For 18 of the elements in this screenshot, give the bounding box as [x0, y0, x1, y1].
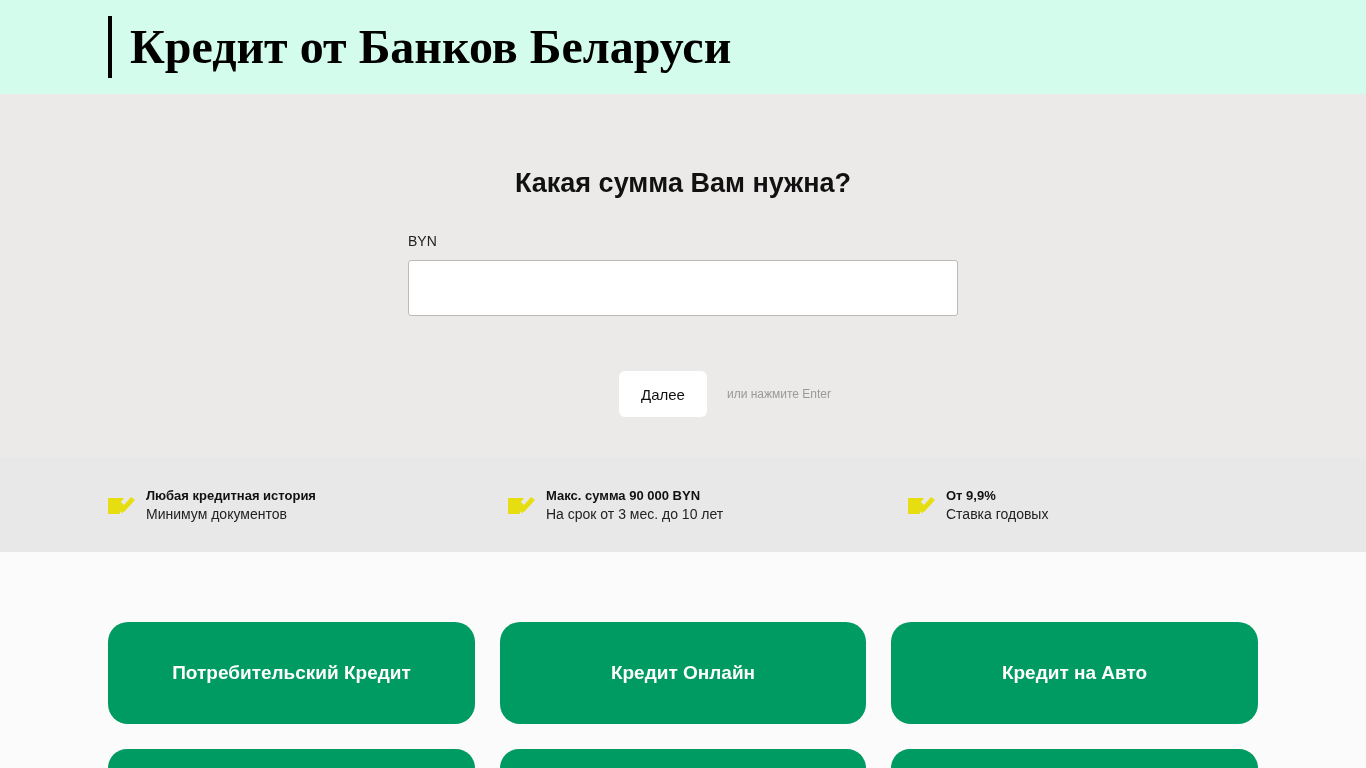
feature-subtitle: На срок от 3 мес. до 10 лет [546, 505, 724, 524]
currency-label: BYN [408, 233, 437, 249]
feature-subtitle: Ставка годовых [946, 505, 1049, 524]
enter-hint: или нажмите Enter [726, 387, 832, 401]
category-button[interactable]: Кредит на Авто [891, 622, 1258, 724]
question-heading: Какая сумма Вам нужна? [515, 167, 851, 200]
category-tile[interactable] [500, 749, 866, 768]
feature-title: От 9,9% [946, 487, 996, 505]
category-tile[interactable] [891, 749, 1258, 768]
feature-title: Макс. сумма 90 000 BYN [546, 487, 701, 505]
category-button[interactable]: Кредит Онлайн [500, 622, 866, 724]
feature-title: Любая кредитная история [146, 487, 316, 505]
category-tile[interactable] [108, 749, 475, 768]
amount-input[interactable] [408, 260, 958, 316]
feature-subtitle: Минимум документов [146, 505, 287, 524]
category-button[interactable]: Потребительский Кредит [108, 622, 475, 724]
next-button[interactable]: Далее [618, 371, 707, 417]
site-title: Кредит от Банков Беларуси [108, 16, 732, 78]
